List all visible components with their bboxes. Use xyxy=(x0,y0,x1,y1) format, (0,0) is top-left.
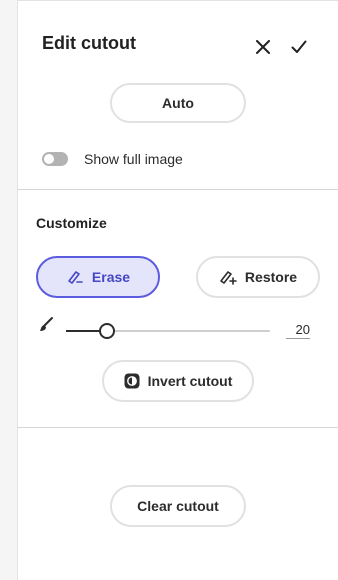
brush-size-slider-row: 20 xyxy=(38,316,338,344)
customize-heading: Customize xyxy=(36,215,107,231)
brush-icon xyxy=(40,317,53,331)
auto-button[interactable]: Auto xyxy=(110,83,246,123)
close-icon xyxy=(256,40,270,54)
invert-cutout-label: Invert cutout xyxy=(147,373,233,389)
invert-cutout-button[interactable]: Invert cutout xyxy=(102,360,254,402)
restore-button-label: Restore xyxy=(244,269,298,285)
brush-size-value[interactable]: 20 xyxy=(286,320,310,339)
erase-button[interactable]: Erase xyxy=(36,256,160,298)
edit-cutout-panel: Edit cutout Auto Show full image Customi… xyxy=(18,0,338,580)
restore-brush-icon xyxy=(220,271,237,285)
erase-brush-icon xyxy=(68,271,83,284)
invert-cutout-icon xyxy=(124,373,140,389)
checkmark-icon xyxy=(291,40,307,53)
auto-button-label: Auto xyxy=(162,95,194,111)
confirm-button[interactable] xyxy=(288,36,310,58)
brush-size-thumb[interactable] xyxy=(98,323,115,339)
close-button[interactable] xyxy=(252,36,274,58)
clear-cutout-label: Clear cutout xyxy=(137,498,219,514)
show-full-image-label: Show full image xyxy=(84,151,183,167)
clear-cutout-button[interactable]: Clear cutout xyxy=(110,485,246,527)
show-full-image-toggle[interactable] xyxy=(42,152,68,166)
divider-top xyxy=(18,189,338,190)
erase-button-label: Erase xyxy=(91,269,131,285)
show-full-image-row: Show full image xyxy=(42,150,183,168)
toggle-knob xyxy=(44,154,54,164)
restore-button[interactable]: Restore xyxy=(196,256,320,298)
divider-bottom xyxy=(18,427,338,428)
left-gutter xyxy=(0,0,18,580)
brush-size-track[interactable] xyxy=(66,323,270,339)
panel-title: Edit cutout xyxy=(42,33,136,53)
